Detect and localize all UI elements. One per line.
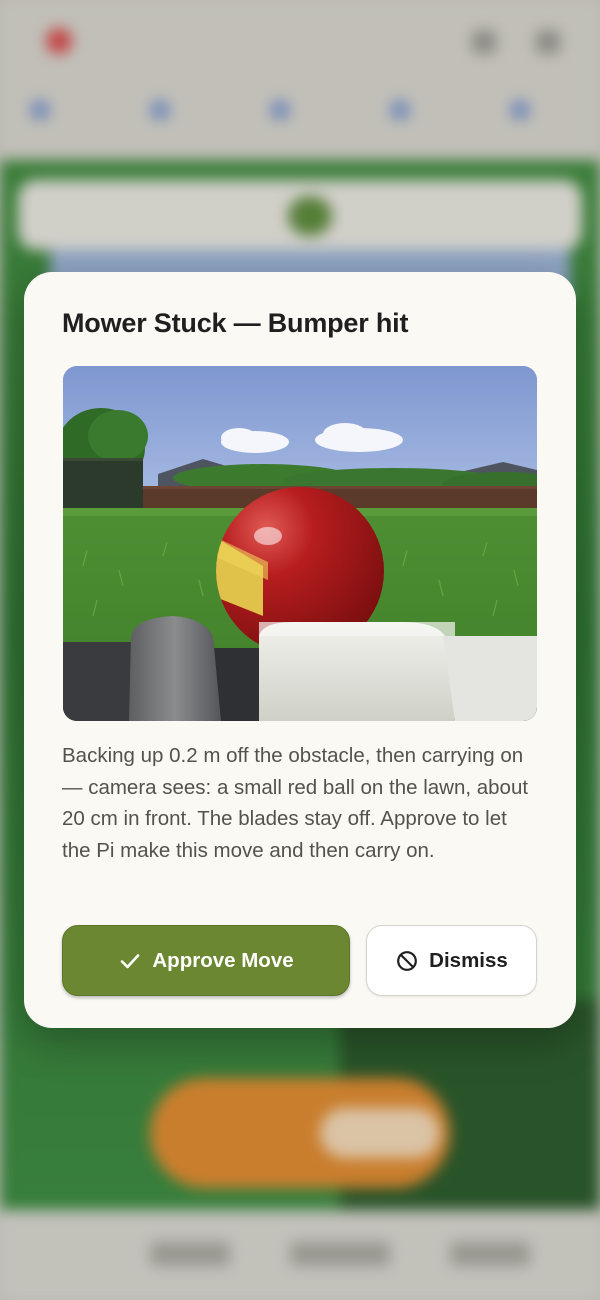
dialog-message: Backing up 0.2 m off the obstacle, then …: [62, 744, 529, 862]
approve-move-button[interactable]: Approve Move: [62, 925, 350, 996]
prohibit-icon: [395, 949, 419, 973]
check-icon: [118, 949, 142, 973]
camera-snapshot: [63, 366, 537, 721]
dismiss-label: Dismiss: [429, 948, 508, 972]
stuck-alert-dialog: Mower Stuck — Bumper hit Backing up 0.2 …: [24, 272, 576, 1028]
approve-move-label: Approve Move: [152, 948, 294, 972]
dialog-title: Mower Stuck — Bumper hit: [62, 308, 409, 338]
dismiss-button[interactable]: Dismiss: [366, 925, 537, 996]
camera-snapshot-image: [63, 366, 537, 721]
